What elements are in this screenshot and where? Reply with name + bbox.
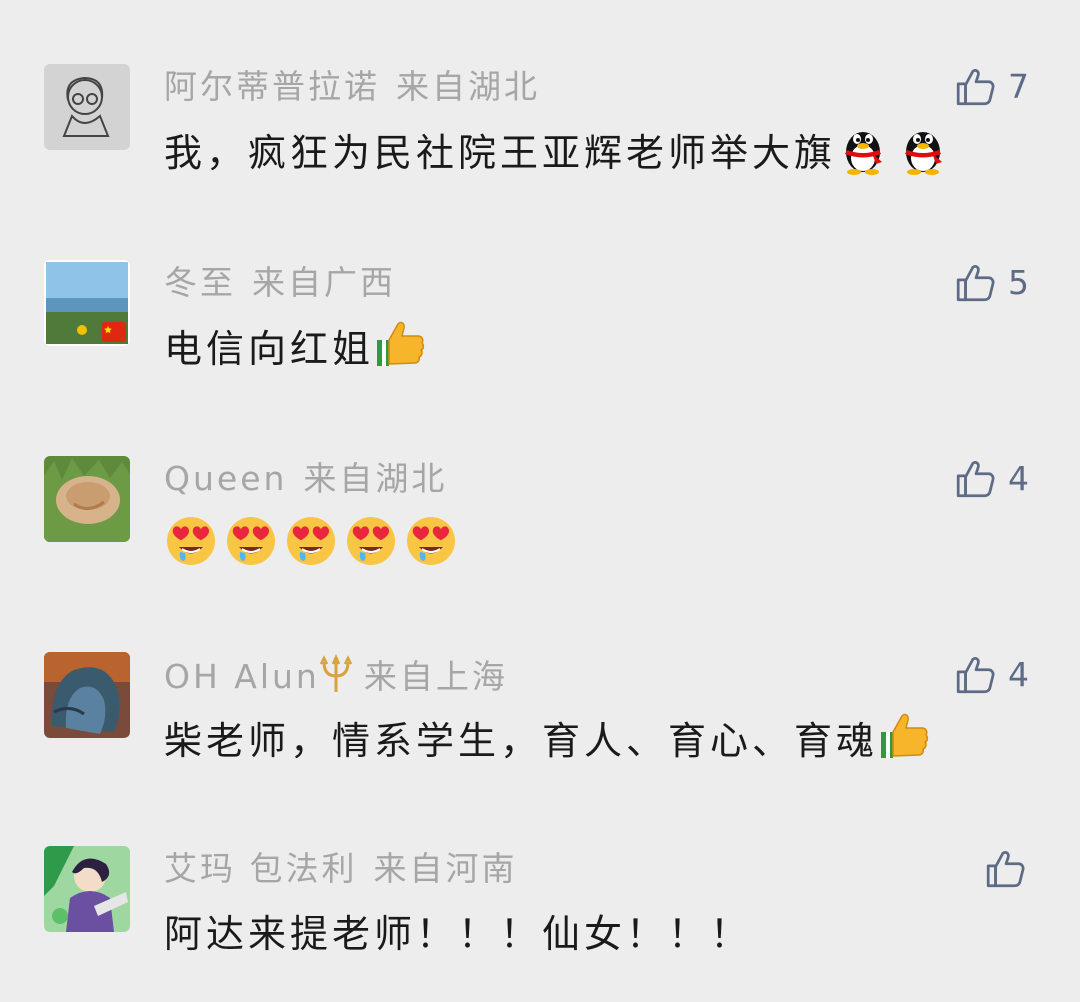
avatar[interactable] xyxy=(44,846,130,932)
comment-text: 柴老师，情系学生，育人、育心、育魂 xyxy=(164,710,938,770)
heart-eyes-drool-icon xyxy=(344,514,398,568)
comment-text: 阿达来提老师！！！仙女！！！ xyxy=(164,904,752,964)
comment-item: 冬至 来自广西 电信向红姐 5 xyxy=(0,260,1080,410)
like-button[interactable]: 7 xyxy=(954,64,1029,110)
commenter-name[interactable]: 阿尔蒂普拉诺 xyxy=(164,67,380,106)
like-count: 5 xyxy=(1008,263,1029,302)
avatar[interactable] xyxy=(44,652,130,738)
like-count: 7 xyxy=(1008,67,1029,106)
comment-location: 来自湖北 xyxy=(396,67,540,106)
heart-eyes-drool-icon xyxy=(404,514,458,568)
comment-location: 来自上海 xyxy=(363,657,508,696)
qq-penguin-icon xyxy=(836,122,890,176)
comment-location: 来自广西 xyxy=(252,263,396,302)
comment-meta: 冬至 来自广西 xyxy=(164,262,396,304)
thumbs-up-outline-icon xyxy=(954,262,996,304)
like-button[interactable]: 4 xyxy=(954,652,1029,698)
comment-body: 我，疯狂为民社院王亚辉老师举大旗 xyxy=(164,131,837,175)
like-button[interactable]: 4 xyxy=(954,456,1029,502)
comment-location: 来自河南 xyxy=(373,849,518,888)
like-count: 4 xyxy=(1008,655,1029,694)
like-button[interactable]: 5 xyxy=(954,260,1029,306)
thumbs-up-outline-icon xyxy=(954,458,996,500)
avatar[interactable] xyxy=(44,64,130,150)
comment-text: 我，疯狂为民社院王亚辉老师举大旗 xyxy=(164,122,956,182)
comment-item: Queen 来自湖北 4 xyxy=(0,456,1080,606)
thumbs-up-outline-icon xyxy=(984,848,1026,890)
commenter-name[interactable]: 艾玛 包法利 xyxy=(164,849,358,888)
thumbs-up-outline-icon xyxy=(954,654,996,696)
commenter-name[interactable]: Queen xyxy=(164,459,287,498)
heart-eyes-drool-icon xyxy=(164,514,218,568)
comment-text: 电信向红姐 xyxy=(164,318,434,378)
like-button[interactable] xyxy=(984,846,1038,892)
trident-icon xyxy=(316,654,356,694)
thumbs-up-icon xyxy=(374,318,428,372)
like-count: 4 xyxy=(1008,459,1029,498)
comment-item: 艾玛 包法利 来自河南 阿达来提老师！！！仙女！！！ xyxy=(0,846,1080,996)
comment-text xyxy=(164,514,464,574)
thumbs-up-outline-icon xyxy=(954,66,996,108)
comment-item: OH Alun 来自上海 柴老师，情系学生，育人、育心、育魂 4 xyxy=(0,652,1080,802)
avatar[interactable] xyxy=(44,456,130,542)
heart-eyes-drool-icon xyxy=(224,514,278,568)
comment-meta: OH Alun 来自上海 xyxy=(164,654,508,696)
comment-item: 阿尔蒂普拉诺 来自湖北 我，疯狂为民社院王亚辉老师举大旗 7 xyxy=(0,64,1080,214)
comment-body: 柴老师，情系学生，育人、育心、育魂 xyxy=(164,719,879,763)
avatar[interactable] xyxy=(44,260,130,346)
heart-eyes-drool-icon xyxy=(284,514,338,568)
comment-meta: 阿尔蒂普拉诺 来自湖北 xyxy=(164,66,540,108)
comment-meta: 艾玛 包法利 来自河南 xyxy=(164,848,518,890)
qq-penguin-icon xyxy=(896,122,950,176)
comment-body: 阿达来提老师！！！仙女！！！ xyxy=(164,912,753,956)
comment-location: 来自湖北 xyxy=(303,459,448,498)
commenter-name[interactable]: 冬至 xyxy=(164,263,236,302)
comment-body: 电信向红姐 xyxy=(164,327,375,371)
commenter-name[interactable]: OH Alun xyxy=(164,657,320,696)
thumbs-up-icon xyxy=(878,710,932,764)
comment-meta: Queen 来自湖北 xyxy=(164,458,447,500)
